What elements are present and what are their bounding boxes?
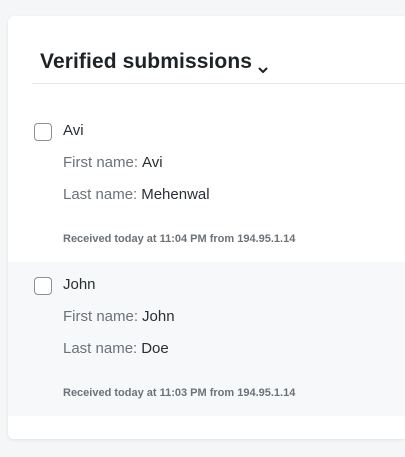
submissions-filter-dropdown[interactable]: Verified submissions [40,50,269,74]
first-name-field: First name: Avi [63,154,163,171]
submission-item: Avi First name: Avi Last name: Mehenwal Re… [8,108,405,262]
submission-checkbox[interactable] [34,123,52,141]
submission-item: John First name: John Last name: Doe Recei… [8,262,405,416]
field-value: Doe [141,340,169,357]
field-label: First name: [63,154,139,171]
page-title: Verified submissions [40,50,253,73]
last-name-field: Last name: Doe [63,340,169,357]
field-value: Mehenwal [141,186,210,203]
submission-name: Avi [63,122,84,139]
submission-checkbox[interactable] [34,277,52,295]
card-header: Verified submissions [32,16,405,84]
last-name-field: Last name: Mehenwal [63,186,210,203]
received-timestamp: Received today at 11:03 PM from 194.95.1… [63,387,296,399]
field-value: Avi [142,154,163,171]
received-timestamp: Received today at 11:04 PM from 194.95.1… [63,233,296,245]
submissions-card: Verified submissions Avi First name: Avi … [8,16,405,439]
field-value: John [142,308,175,325]
submission-name: John [63,276,96,293]
field-label: First name: [63,308,139,325]
field-label: Last name: [63,186,138,203]
first-name-field: First name: John [63,308,175,325]
field-label: Last name: [63,340,138,357]
chevron-down-icon [257,58,269,73]
